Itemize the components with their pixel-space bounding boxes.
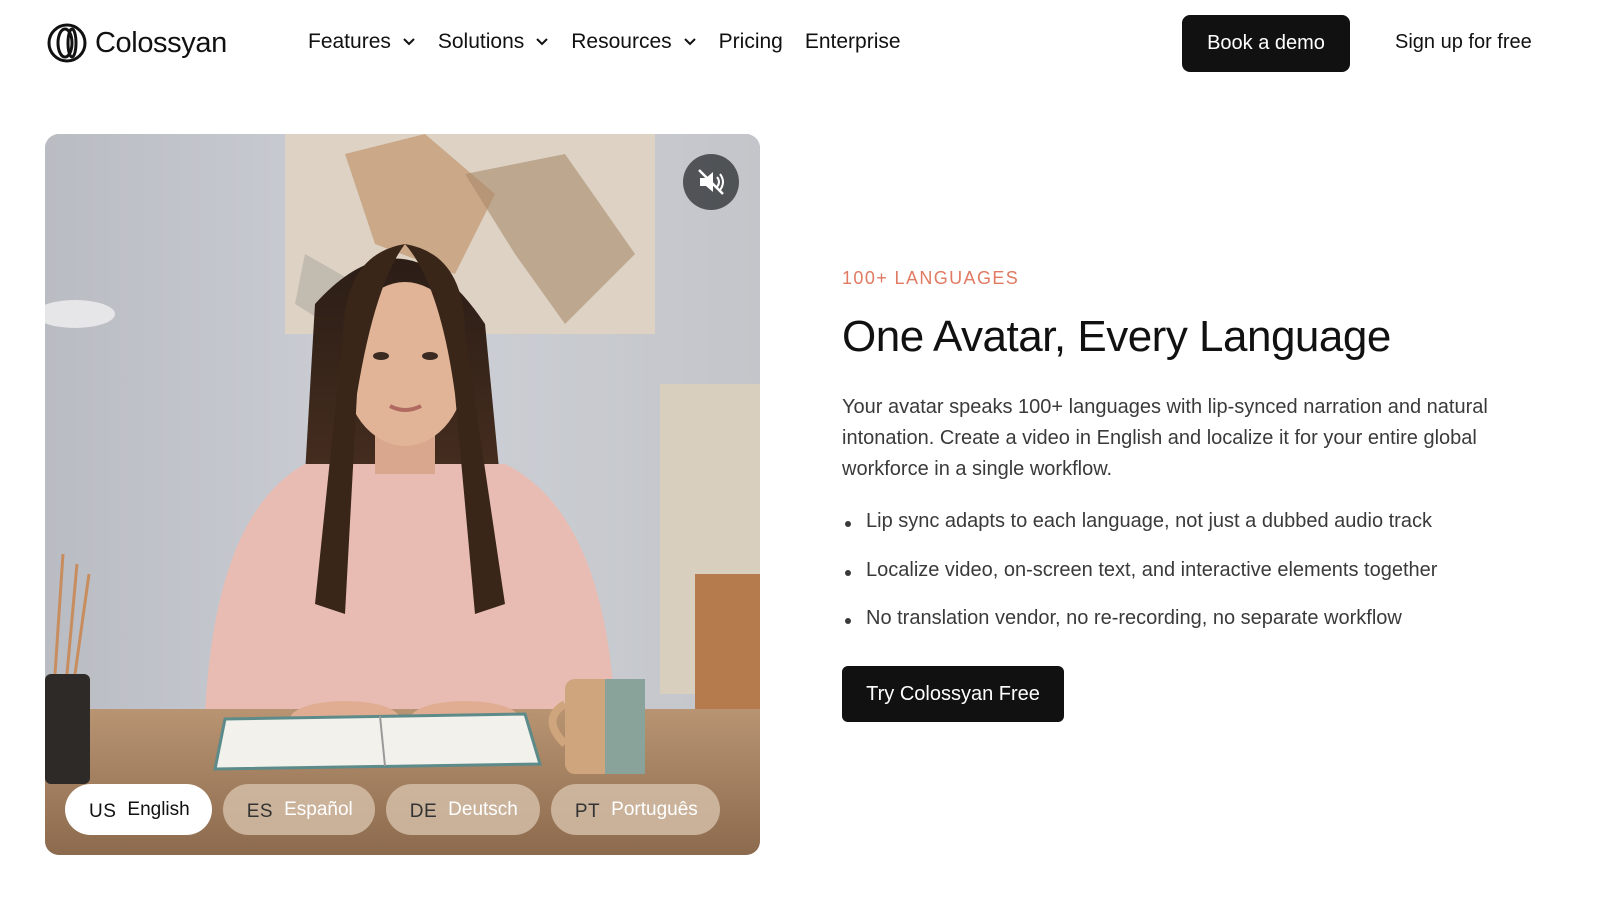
chevron-down-icon	[403, 38, 415, 46]
chevron-down-icon	[683, 38, 696, 46]
language-label: English	[127, 798, 190, 820]
language-pill-espanol[interactable]: ES Español	[222, 784, 375, 835]
feature-bullet: Lip sync adapts to each language, not ju…	[842, 510, 1437, 559]
language-code: US	[89, 800, 117, 822]
feature-bullet-text: Lip sync adapts to each language, not ju…	[866, 510, 1432, 532]
brand-name: Colossyan	[95, 26, 227, 59]
feature-bullet: Localize video, on-screen text, and inte…	[842, 559, 1437, 608]
nav-solutions[interactable]: Solutions	[438, 30, 549, 54]
section-description: Your avatar speaks 100+ languages with l…	[842, 396, 1488, 480]
feature-bullet: No translation vendor, no re-recording, …	[842, 607, 1437, 656]
avatar-video-player[interactable]: US English ES Español DE Deutsch PT Port…	[45, 134, 760, 855]
try-free-button[interactable]: Try Colossyan Free	[842, 666, 1064, 722]
language-pill-deutsch[interactable]: DE Deutsch	[385, 784, 540, 835]
book-demo-button[interactable]: Book a demo	[1182, 15, 1350, 72]
language-pill-portugues[interactable]: PT Português	[550, 784, 720, 835]
nav-pricing[interactable]: Pricing	[719, 30, 783, 54]
language-selector: US English ES Español DE Deutsch PT Port…	[65, 784, 731, 835]
feature-bullet-list: Lip sync adapts to each language, not ju…	[842, 510, 1437, 656]
nav-features[interactable]: Features	[308, 30, 416, 54]
nav-features-label: Features	[308, 30, 391, 53]
chevron-down-icon	[536, 38, 548, 46]
nav-solutions-label: Solutions	[437, 30, 525, 53]
nav-pricing-label: Pricing	[718, 30, 783, 53]
bullet-dot-icon	[845, 569, 851, 576]
main-nav: Features Solutions Resources Pricing Ent…	[308, 30, 923, 54]
avatar-video-frame	[45, 134, 760, 855]
brand-logo[interactable]: Colossyan	[44, 23, 227, 63]
language-label: Português	[611, 798, 698, 820]
section-headline: One Avatar, Every Language	[842, 312, 1391, 361]
bullet-dot-icon	[845, 521, 851, 527]
language-label: Español	[284, 798, 353, 820]
feature-bullet-text: Localize video, on-screen text, and inte…	[866, 558, 1438, 581]
section-eyebrow: 100+ LANGUAGES	[842, 268, 1020, 288]
language-code: DE	[409, 800, 438, 822]
nav-resources-label: Resources	[571, 30, 672, 53]
language-code: PT	[574, 800, 601, 822]
bullet-dot-icon	[845, 618, 851, 624]
language-code: ES	[246, 800, 274, 822]
nav-resources[interactable]: Resources	[571, 30, 696, 54]
speaker-muted-icon	[698, 169, 724, 195]
language-label: Deutsch	[448, 798, 518, 820]
nav-enterprise-label: Enterprise	[804, 30, 901, 53]
language-pill-english[interactable]: US English	[65, 784, 212, 835]
sign-up-link[interactable]: Sign up for free	[1395, 31, 1532, 54]
top-navbar: Colossyan Features Solutions Resources P…	[0, 0, 1600, 88]
feature-bullet-text: No translation vendor, no re-recording, …	[866, 607, 1402, 629]
nav-enterprise[interactable]: Enterprise	[805, 30, 901, 54]
mute-toggle-button[interactable]	[683, 154, 739, 210]
colossyan-logo-icon	[47, 23, 87, 63]
